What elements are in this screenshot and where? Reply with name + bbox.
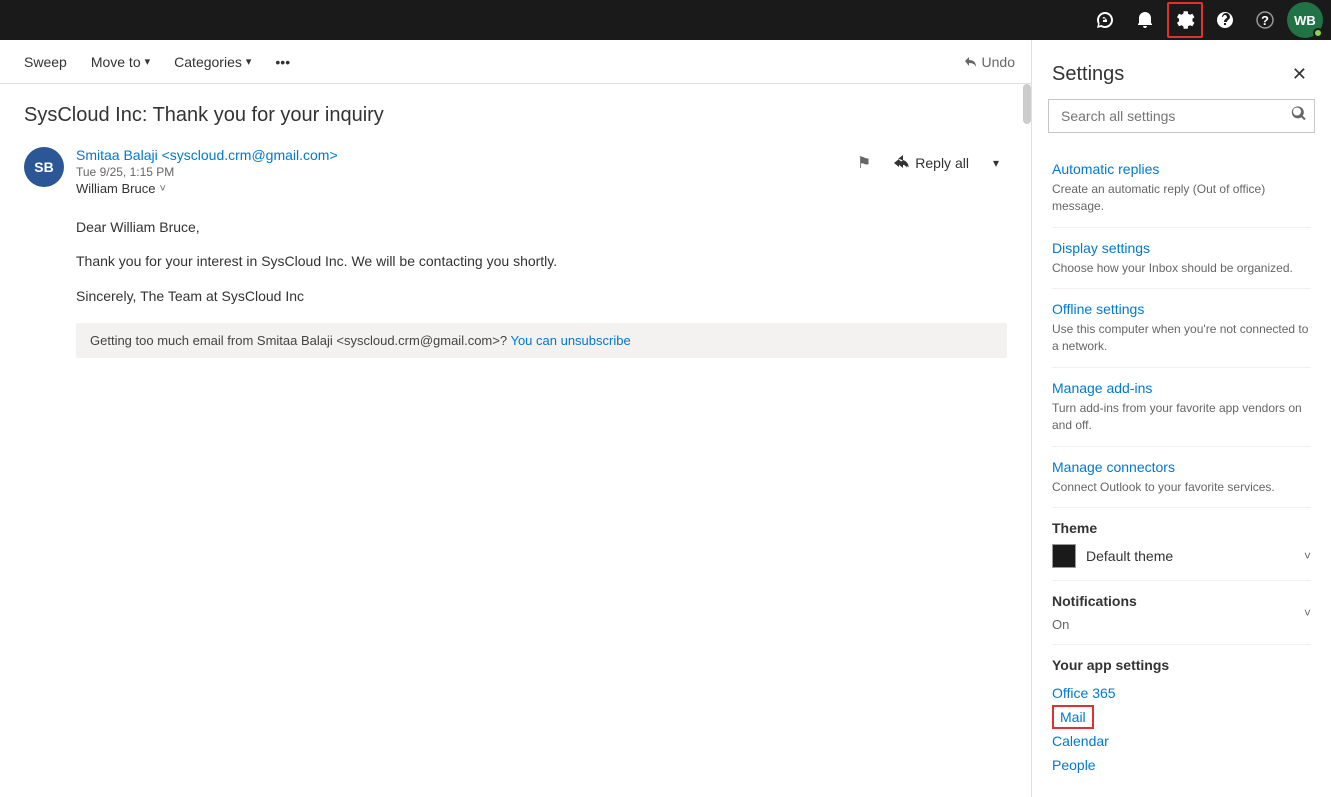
svg-text:?: ? [1261, 13, 1269, 28]
app-settings-title: Your app settings [1052, 657, 1311, 673]
recipient-chevron-icon[interactable]: ˅ [159, 183, 165, 195]
email-meta: Smitaa Balaji <syscloud.crm@gmail.com> T… [76, 147, 839, 196]
email-actions: ⚑ Reply all ▾ [851, 147, 1007, 179]
flag-button[interactable]: ⚑ [851, 147, 877, 179]
presence-dot [1313, 28, 1323, 38]
settings-items: Automatic replies Create an automatic re… [1032, 149, 1331, 797]
theme-name: Default theme [1086, 548, 1173, 564]
app-link-office365[interactable]: Office 365 [1052, 681, 1311, 705]
display-settings-desc: Choose how your Inbox should be organize… [1052, 260, 1311, 277]
theme-left: Default theme [1052, 544, 1173, 568]
flag-icon: ⚑ [857, 155, 871, 172]
settings-pane: Settings ✕ Automatic replies Create an a… [1031, 40, 1331, 797]
email-subject: SysCloud Inc: Thank you for your inquiry [24, 104, 1007, 127]
undo-icon [962, 54, 978, 70]
categories-chevron: ▾ [246, 55, 252, 68]
main-area: Sweep Move to ▾ Categories ▾ ••• Undo [0, 40, 1331, 797]
offline-settings-link[interactable]: Offline settings [1052, 301, 1311, 317]
settings-item-addins: Manage add-ins Turn add-ins from your fa… [1052, 368, 1311, 447]
undo-label: Undo [982, 54, 1015, 70]
notifications-row[interactable]: Notifications On ˅ [1052, 593, 1311, 632]
settings-title: Settings [1052, 63, 1124, 86]
reply-dropdown-button[interactable]: ▾ [985, 150, 1007, 176]
scrollbar-track[interactable] [1023, 84, 1031, 797]
unsubscribe-link[interactable]: You can unsubscribe [510, 333, 630, 348]
theme-section-title: Theme [1052, 520, 1311, 536]
theme-swatch [1052, 544, 1076, 568]
email-toolbar: Sweep Move to ▾ Categories ▾ ••• Undo [0, 40, 1031, 84]
more-button[interactable]: ••• [267, 50, 298, 74]
recipient-row: William Bruce ˅ [76, 181, 839, 196]
moveto-button[interactable]: Move to ▾ [83, 50, 158, 74]
reply-all-icon [893, 155, 909, 171]
automatic-replies-desc: Create an automatic reply (Out of office… [1052, 181, 1311, 215]
settings-header: Settings ✕ [1032, 40, 1331, 99]
settings-item-connectors: Manage connectors Connect Outlook to you… [1052, 447, 1311, 509]
undo-button[interactable]: Undo [962, 54, 1015, 70]
help-icon[interactable] [1207, 2, 1243, 38]
reply-all-label: Reply all [915, 155, 969, 171]
settings-item-display: Display settings Choose how your Inbox s… [1052, 228, 1311, 290]
automatic-replies-link[interactable]: Automatic replies [1052, 161, 1311, 177]
sender-avatar: SB [24, 147, 64, 187]
settings-section-theme: Theme Default theme ˅ [1052, 508, 1311, 581]
settings-icon[interactable] [1167, 2, 1203, 38]
bell-icon[interactable] [1127, 2, 1163, 38]
manage-addins-desc: Turn add-ins from your favorite app vend… [1052, 400, 1311, 434]
unsubscribe-text: Getting too much email from Smitaa Balaj… [90, 333, 507, 348]
offline-settings-desc: Use this computer when you're not connec… [1052, 321, 1311, 355]
app-link-people[interactable]: People [1052, 753, 1311, 777]
moveto-label: Move to [91, 54, 141, 70]
settings-item-automatic-replies: Automatic replies Create an automatic re… [1052, 149, 1311, 228]
manage-addins-link[interactable]: Manage add-ins [1052, 380, 1311, 396]
categories-label: Categories [174, 54, 242, 70]
body-main: Thank you for your interest in SysCloud … [76, 250, 1007, 272]
question-icon[interactable]: ? [1247, 2, 1283, 38]
skype-icon[interactable] [1087, 2, 1123, 38]
settings-close-button[interactable]: ✕ [1288, 60, 1311, 89]
notifications-status: On [1052, 617, 1137, 632]
search-icon[interactable] [1291, 106, 1307, 127]
more-label: ••• [275, 54, 290, 70]
email-header: SB Smitaa Balaji <syscloud.crm@gmail.com… [24, 147, 1007, 196]
reply-all-button[interactable]: Reply all [881, 149, 981, 177]
email-body: Dear William Bruce, Thank you for your i… [24, 216, 1007, 307]
notifications-left: Notifications On [1052, 593, 1137, 632]
scrollbar-thumb[interactable] [1023, 84, 1031, 124]
email-pane: Sweep Move to ▾ Categories ▾ ••• Undo [0, 40, 1031, 797]
app-settings-section: Your app settings Office 365 Mail Calend… [1052, 645, 1311, 789]
sender-name[interactable]: Smitaa Balaji <syscloud.crm@gmail.com> [76, 147, 839, 163]
sweep-label: Sweep [24, 54, 67, 70]
body-sign: Sincerely, The Team at SysCloud Inc [76, 285, 1007, 307]
email-date: Tue 9/25, 1:15 PM [76, 165, 839, 179]
app-link-calendar[interactable]: Calendar [1052, 729, 1311, 753]
manage-connectors-link[interactable]: Manage connectors [1052, 459, 1311, 475]
display-settings-link[interactable]: Display settings [1052, 240, 1311, 256]
settings-item-offline: Offline settings Use this computer when … [1052, 289, 1311, 368]
body-greeting: Dear William Bruce, [76, 216, 1007, 238]
top-bar: ? WB [0, 0, 1331, 40]
avatar[interactable]: WB [1287, 2, 1323, 38]
top-bar-icons: ? WB [1087, 2, 1323, 38]
notifications-chevron-icon: ˅ [1304, 606, 1311, 620]
recipient-label: William Bruce [76, 181, 155, 196]
manage-connectors-desc: Connect Outlook to your favorite service… [1052, 479, 1311, 496]
unsubscribe-bar: Getting too much email from Smitaa Balaj… [76, 323, 1007, 358]
app-link-mail[interactable]: Mail [1052, 705, 1094, 729]
categories-button[interactable]: Categories ▾ [166, 50, 259, 74]
moveto-chevron: ▾ [145, 55, 151, 68]
settings-search [1048, 99, 1315, 133]
theme-row[interactable]: Default theme ˅ [1052, 544, 1311, 568]
theme-chevron-icon: ˅ [1304, 549, 1311, 563]
notifications-title: Notifications [1052, 593, 1137, 609]
email-content: SysCloud Inc: Thank you for your inquiry… [0, 84, 1031, 797]
settings-section-notifications: Notifications On ˅ [1052, 581, 1311, 645]
sweep-button[interactable]: Sweep [16, 50, 75, 74]
settings-search-input[interactable] [1048, 99, 1315, 133]
